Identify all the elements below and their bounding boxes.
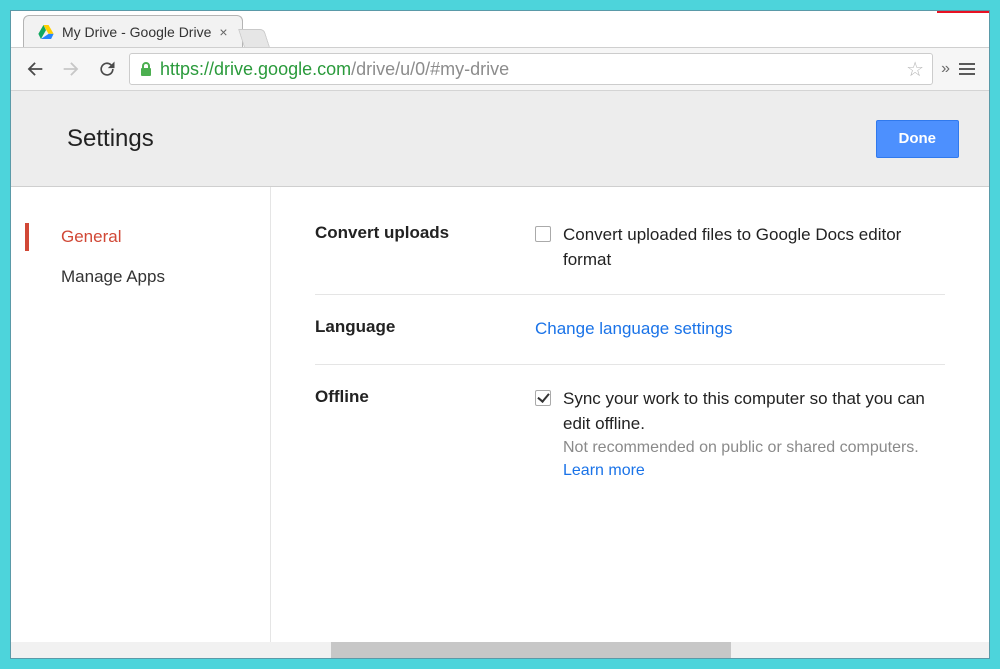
browser-tab[interactable]: My Drive - Google Drive × xyxy=(23,15,243,47)
setting-label: Convert uploads xyxy=(315,223,535,272)
settings-title: Settings xyxy=(67,125,154,153)
back-button[interactable] xyxy=(21,55,49,83)
offline-text: Sync your work to this computer so that … xyxy=(563,387,945,436)
setting-label: Language xyxy=(315,317,535,342)
offline-subtext: Not recommended on public or shared comp… xyxy=(563,436,945,482)
extensions-overflow-icon[interactable]: » xyxy=(941,60,947,78)
settings-header: Settings Done xyxy=(11,91,989,187)
convert-uploads-text: Convert uploaded files to Google Docs ed… xyxy=(563,223,945,272)
new-tab-button[interactable] xyxy=(238,29,270,47)
sidebar-item-manage-apps[interactable]: Manage Apps xyxy=(11,257,270,297)
browser-toolbar: https://drive.google.com/drive/u/0/#my-d… xyxy=(11,47,989,91)
settings-panel: Convert uploads Convert uploaded files t… xyxy=(271,187,989,658)
tab-strip: My Drive - Google Drive × xyxy=(11,13,989,47)
change-language-link[interactable]: Change language settings xyxy=(535,319,733,338)
lock-icon xyxy=(138,61,154,77)
page-content: Settings Done General Manage Apps Conver… xyxy=(11,91,989,658)
scrollbar-thumb[interactable] xyxy=(331,642,731,658)
tab-title: My Drive - Google Drive xyxy=(62,24,211,40)
url-host: ://drive.google.com xyxy=(199,59,351,79)
settings-dialog: Settings Done General Manage Apps Conver… xyxy=(11,91,989,658)
settings-body: General Manage Apps Convert uploads Conv… xyxy=(11,187,989,658)
tab-close-icon[interactable]: × xyxy=(219,24,227,40)
learn-more-link[interactable]: Learn more xyxy=(563,462,645,479)
reload-button[interactable] xyxy=(93,55,121,83)
drive-icon xyxy=(38,25,54,39)
url-scheme: https xyxy=(160,59,199,79)
horizontal-scrollbar[interactable] xyxy=(11,642,989,658)
done-button[interactable]: Done xyxy=(876,120,960,158)
setting-row-offline: Offline Sync your work to this computer … xyxy=(315,365,945,505)
sidebar-item-general[interactable]: General xyxy=(11,217,270,257)
setting-row-language: Language Change language settings xyxy=(315,295,945,365)
url-path: /drive/u/0/#my-drive xyxy=(351,59,509,79)
address-bar[interactable]: https://drive.google.com/drive/u/0/#my-d… xyxy=(129,53,933,85)
bookmark-star-icon[interactable]: ☆ xyxy=(906,57,924,82)
setting-label: Offline xyxy=(315,387,535,483)
settings-sidebar: General Manage Apps xyxy=(11,187,271,658)
forward-button[interactable] xyxy=(57,55,85,83)
url-text: https://drive.google.com/drive/u/0/#my-d… xyxy=(160,59,509,80)
browser-window: My Drive - Google Drive × https://drive.… xyxy=(10,10,990,659)
offline-sync-checkbox[interactable] xyxy=(535,390,551,406)
convert-uploads-checkbox[interactable] xyxy=(535,226,551,242)
setting-row-convert-uploads: Convert uploads Convert uploaded files t… xyxy=(315,217,945,295)
browser-menu-button[interactable] xyxy=(955,57,979,81)
